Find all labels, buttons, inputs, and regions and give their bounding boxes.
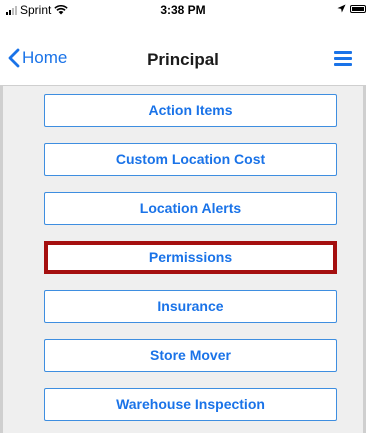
menu-list: Action Items Custom Location Cost Locati… xyxy=(44,94,337,421)
store-mover-button[interactable]: Store Mover xyxy=(44,339,337,372)
page-title: Principal xyxy=(147,50,219,69)
status-bar: Sprint 3:38 PM xyxy=(0,0,366,20)
location-arrow-icon xyxy=(337,4,346,13)
warehouse-inspection-button[interactable]: Warehouse Inspection xyxy=(44,388,337,421)
battery-icon xyxy=(350,4,366,13)
insurance-button[interactable]: Insurance xyxy=(44,290,337,323)
status-right xyxy=(337,4,366,13)
hamburger-menu-icon[interactable] xyxy=(334,50,352,66)
permissions-button[interactable]: Permissions xyxy=(44,241,337,274)
status-time: 3:38 PM xyxy=(160,3,206,17)
action-items-button[interactable]: Action Items xyxy=(44,94,337,127)
custom-location-cost-button[interactable]: Custom Location Cost xyxy=(44,143,337,176)
location-alerts-button[interactable]: Location Alerts xyxy=(44,192,337,225)
navigation-bar: Home Principal xyxy=(0,20,366,86)
content-area: Action Items Custom Location Cost Locati… xyxy=(0,86,366,433)
